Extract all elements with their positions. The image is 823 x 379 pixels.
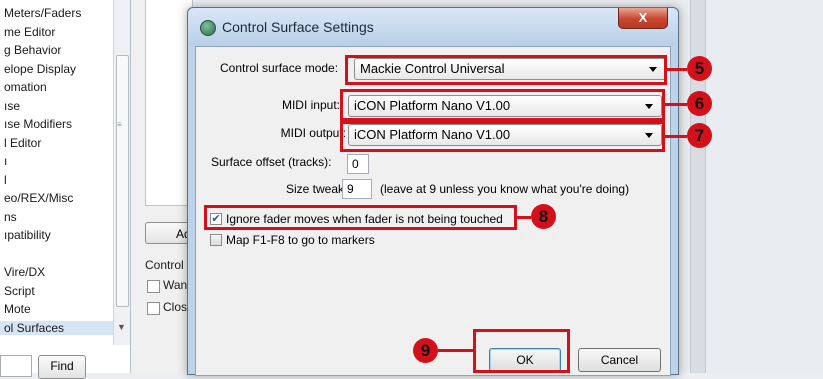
callout-highlight-midi-input — [340, 89, 665, 121]
sidebar-item[interactable]: l — [4, 173, 7, 187]
callout-badge-5: 5 — [687, 56, 712, 81]
app-icon — [200, 20, 216, 36]
close-checkbox[interactable] — [147, 302, 160, 315]
dialog-titlebar[interactable]: Control Surface Settings X — [188, 8, 678, 46]
sidebar-item[interactable]: ıse Modifiers — [4, 117, 72, 131]
callout-line-6 — [665, 103, 687, 106]
surface-offset-label: Surface offset (tracks): — [211, 155, 332, 169]
callout-highlight-ok — [473, 329, 570, 373]
sidebar-item[interactable]: ı — [4, 154, 7, 168]
surface-offset-input[interactable]: 0 — [347, 154, 369, 174]
map-f1-f8-label: Map F1-F8 to go to markers — [226, 233, 375, 247]
close-button[interactable]: X — [618, 8, 668, 29]
find-input[interactable] — [0, 355, 32, 377]
sidebar-item[interactable]: l Editor — [4, 136, 41, 150]
scroll-grip-icon: ≡ — [117, 120, 122, 129]
size-tweak-label: Size tweak: — [286, 182, 348, 196]
scroll-down-arrow-icon[interactable]: ▼ — [117, 322, 126, 332]
sidebar-item[interactable]: elope Display — [4, 62, 76, 76]
callout-badge-8: 8 — [531, 204, 556, 229]
sidebar-item[interactable]: ıpatibility — [4, 228, 51, 242]
sidebar-item[interactable]: Mote — [4, 302, 31, 316]
sidebar-item[interactable]: Script — [4, 284, 35, 298]
callout-line-5 — [667, 68, 687, 71]
warn-checkbox[interactable] — [147, 280, 160, 293]
sidebar-item[interactable]: eo/REX/Misc — [4, 191, 73, 205]
control-section-label: Control s — [145, 258, 191, 272]
callout-highlight-midi-output — [340, 121, 665, 152]
add-surface-button[interactable]: Ad — [145, 222, 191, 244]
midi-input-label: MIDI input: — [281, 98, 340, 112]
sidebar-scrollbar[interactable]: ≡ ▼ — [113, 0, 130, 345]
control-surface-list[interactable] — [145, 0, 193, 206]
map-f1-f8-checkbox[interactable] — [210, 234, 222, 246]
callout-highlight-mode — [345, 55, 667, 85]
size-tweak-hint: (leave at 9 unless you know what you're … — [380, 182, 630, 196]
sidebar-item[interactable]: Meters/Faders — [4, 6, 81, 20]
callout-badge-9: 9 — [413, 338, 438, 363]
sidebar-item[interactable]: omation — [4, 80, 47, 94]
callout-badge-7: 7 — [687, 123, 712, 148]
sidebar-item[interactable]: g Behavior — [4, 43, 61, 57]
callout-badge-6: 6 — [687, 91, 712, 116]
midi-output-label: MIDI output: — [280, 126, 346, 140]
callout-line-9 — [438, 349, 473, 352]
sidebar-scroll-thumb[interactable] — [116, 55, 129, 307]
find-button[interactable]: Find — [38, 355, 86, 379]
dialog-title: Control Surface Settings — [222, 19, 374, 35]
callout-highlight-ignore-fader — [204, 205, 517, 230]
preferences-sidebar: Meters/Faders me Editor g Behavior elope Di… — [0, 0, 131, 373]
cancel-button[interactable]: Cancel — [578, 348, 661, 372]
mode-label: Control surface mode: — [220, 61, 339, 75]
sidebar-item[interactable]: Vire/DX — [4, 265, 45, 279]
sidebar-item[interactable]: ns — [4, 210, 17, 224]
callout-line-8 — [517, 216, 531, 219]
size-tweak-input[interactable]: 9 — [342, 179, 372, 199]
sidebar-item[interactable]: ol Surfaces — [0, 320, 118, 335]
sidebar-item[interactable]: me Editor — [4, 25, 55, 39]
sidebar-item[interactable]: ıse — [4, 99, 20, 113]
callout-line-7 — [665, 135, 687, 138]
